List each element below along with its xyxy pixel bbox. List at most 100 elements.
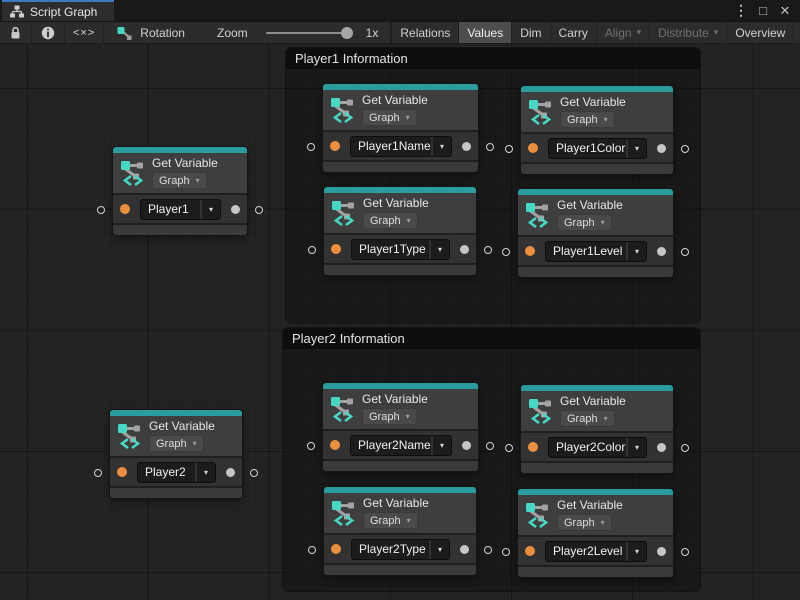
variable-kind-dropdown[interactable]: Graph ▾ [362,109,417,126]
group-header[interactable]: Player2 Information [283,328,700,349]
value-output-port[interactable] [460,545,469,554]
variable-name-dropdown[interactable]: Player2 ▾ [137,462,216,483]
input-connection-port[interactable] [308,246,316,254]
output-connection-port[interactable] [484,546,492,554]
output-connection-port[interactable] [681,145,689,153]
chevron-down-icon[interactable]: ▾ [195,463,215,482]
chevron-down-icon[interactable]: ▾ [429,540,449,559]
chevron-down-icon[interactable]: ▾ [431,436,451,455]
chevron-down-icon[interactable]: ▾ [431,137,451,156]
variable-name-dropdown[interactable]: Player2Type ▾ [351,539,450,560]
get-variable-node-player2name[interactable]: Get Variable Graph ▾ Player2Name ▾ [323,383,478,471]
value-output-port[interactable] [462,142,471,151]
distribute-dropdown[interactable]: Distribute ▾ [649,22,726,43]
align-dropdown[interactable]: Align ▾ [596,22,649,43]
value-output-port[interactable] [657,547,666,556]
variable-kind-dropdown[interactable]: Graph ▾ [149,435,204,452]
values-button[interactable]: Values [458,22,511,43]
get-variable-node-player1level[interactable]: Get Variable Graph ▾ Player1Level ▾ [518,189,673,277]
group-header[interactable]: Player1 Information [286,48,700,69]
name-input-port[interactable] [528,143,538,153]
code-view-button[interactable]: <×> [65,22,104,43]
input-connection-port[interactable] [94,469,102,477]
variable-name-dropdown[interactable]: Player2Name ▾ [350,435,452,456]
name-input-port[interactable] [525,546,535,556]
tab-script-graph[interactable]: Script Graph [2,0,114,21]
output-connection-port[interactable] [681,248,689,256]
name-input-port[interactable] [330,440,340,450]
relations-button[interactable]: Relations [391,22,458,43]
input-connection-port[interactable] [502,248,510,256]
variable-name-dropdown[interactable]: Player2Color ▾ [548,437,647,458]
get-variable-node-player1type[interactable]: Get Variable Graph ▾ Player1Type ▾ [324,187,476,275]
variable-kind-dropdown[interactable]: Graph ▾ [362,408,417,425]
variable-kind-dropdown[interactable]: Graph ▾ [557,514,612,531]
variable-kind-dropdown[interactable]: Graph ▾ [363,212,418,229]
variable-name-dropdown[interactable]: Player1Level ▾ [545,241,647,262]
get-variable-node-player1color[interactable]: Get Variable Graph ▾ Player1Color ▾ [521,86,673,174]
variable-kind-dropdown[interactable]: Graph ▾ [560,410,615,427]
variable-name-dropdown[interactable]: Player1Name ▾ [350,136,452,157]
lock-button[interactable] [0,22,32,43]
output-connection-port[interactable] [681,444,689,452]
chevron-down-icon[interactable]: ▾ [626,242,646,261]
variable-kind-dropdown[interactable]: Graph ▾ [560,111,615,128]
dim-button[interactable]: Dim [511,22,549,43]
get-variable-node-player1name[interactable]: Get Variable Graph ▾ Player1Name ▾ [323,84,478,172]
output-connection-port[interactable] [255,206,263,214]
get-variable-node-player1[interactable]: Get Variable Graph ▾ Player1 ▾ [113,147,247,235]
carry-button[interactable]: Carry [550,22,596,43]
variable-name-dropdown[interactable]: Player1 ▾ [140,199,221,220]
value-output-port[interactable] [657,247,666,256]
window-menu-icon[interactable]: ⋮ [732,1,750,21]
get-variable-node-player2[interactable]: Get Variable Graph ▾ Player2 ▾ [110,410,242,498]
variable-name-dropdown[interactable]: Player1Color ▾ [548,138,647,159]
chevron-down-icon[interactable]: ▾ [626,438,646,457]
output-connection-port[interactable] [484,246,492,254]
variable-name-dropdown[interactable]: Player1Type ▾ [351,239,450,260]
value-output-port[interactable] [231,205,240,214]
name-input-port[interactable] [525,246,535,256]
get-variable-node-player2color[interactable]: Get Variable Graph ▾ Player2Color ▾ [521,385,673,473]
name-input-port[interactable] [330,141,340,151]
value-output-port[interactable] [226,468,235,477]
name-input-port[interactable] [528,442,538,452]
input-connection-port[interactable] [505,145,513,153]
value-output-port[interactable] [460,245,469,254]
variable-kind-dropdown[interactable]: Graph ▾ [557,214,612,231]
get-variable-node-player2level[interactable]: Get Variable Graph ▾ Player2Level ▾ [518,489,673,577]
graph-canvas[interactable]: Player1 Information Player2 Information … [0,44,800,600]
variable-kind-dropdown[interactable]: Graph ▾ [363,512,418,529]
chevron-down-icon[interactable]: ▾ [626,139,646,158]
value-output-port[interactable] [657,144,666,153]
close-icon[interactable]: ✕ [776,1,794,21]
name-input-port[interactable] [331,244,341,254]
chevron-down-icon[interactable]: ▾ [200,200,220,219]
overview-button[interactable]: Overview [726,22,793,43]
input-connection-port[interactable] [97,206,105,214]
value-output-port[interactable] [657,443,666,452]
maximize-icon[interactable]: □ [754,1,772,21]
zoom-slider-handle[interactable] [341,27,353,39]
output-connection-port[interactable] [250,469,258,477]
chevron-down-icon[interactable]: ▾ [626,542,646,561]
input-connection-port[interactable] [505,444,513,452]
inspect-button[interactable] [32,22,65,43]
variable-name-dropdown[interactable]: Player2Level ▾ [545,541,647,562]
output-connection-port[interactable] [486,143,494,151]
output-connection-port[interactable] [681,548,689,556]
chevron-down-icon[interactable]: ▾ [429,240,449,259]
input-connection-port[interactable] [307,143,315,151]
output-connection-port[interactable] [486,442,494,450]
fullscreen-button[interactable]: Full Screen [793,22,800,43]
name-input-port[interactable] [117,467,127,477]
name-input-port[interactable] [331,544,341,554]
zoom-slider[interactable] [266,32,350,34]
input-connection-port[interactable] [307,442,315,450]
input-connection-port[interactable] [502,548,510,556]
input-connection-port[interactable] [308,546,316,554]
value-output-port[interactable] [462,441,471,450]
variable-kind-dropdown[interactable]: Graph ▾ [152,172,207,189]
name-input-port[interactable] [120,204,130,214]
get-variable-node-player2type[interactable]: Get Variable Graph ▾ Player2Type ▾ [324,487,476,575]
